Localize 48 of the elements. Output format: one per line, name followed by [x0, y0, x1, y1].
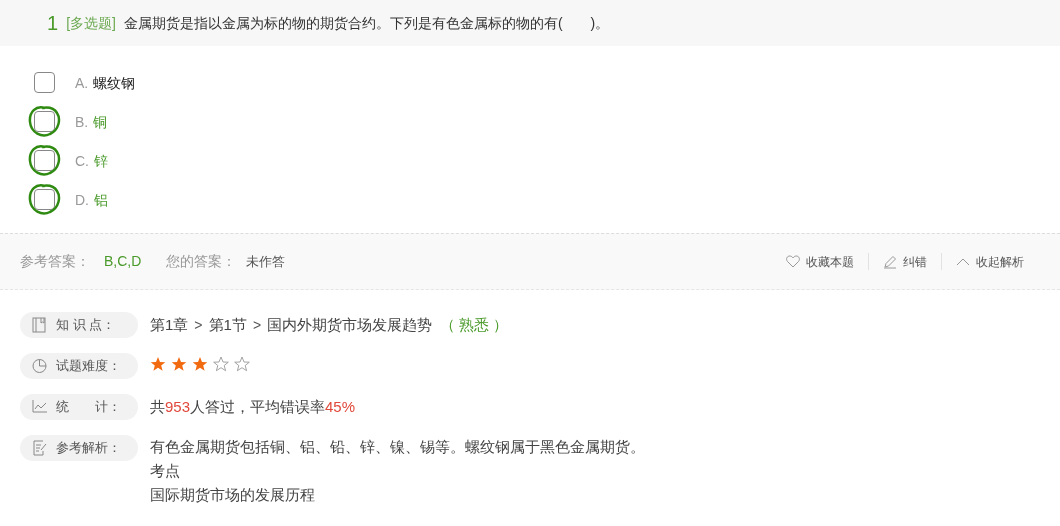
breadcrumb-item: 国内外期货市场发展趋势 — [267, 314, 433, 335]
breadcrumb-separator: > — [252, 315, 262, 335]
chevron-up-icon — [956, 257, 970, 266]
reference-answer-label: 参考答案： — [20, 252, 90, 271]
your-answer: 未作答 — [246, 252, 286, 271]
breadcrumb-item: 第1章 — [150, 314, 189, 335]
checkbox[interactable] — [34, 111, 55, 132]
checkbox[interactable] — [34, 189, 55, 210]
breadcrumb-separator: > — [194, 315, 203, 335]
pie-chart-icon — [32, 358, 48, 374]
document-edit-icon — [32, 440, 48, 456]
breadcrumb-item: 第1节 — [208, 314, 247, 335]
checkbox[interactable] — [34, 72, 55, 93]
option-text: 锌 — [94, 151, 108, 171]
heart-icon — [786, 255, 800, 268]
pencil-icon — [883, 254, 897, 269]
question-type: [多选题] — [66, 13, 116, 33]
report-button[interactable]: 纠错 — [883, 252, 927, 271]
question-text: 金属期货是指以金属为标的物的期货合约。下列是有色金属标的物的有( )。 — [123, 13, 610, 33]
favorite-button[interactable]: 收藏本题 — [786, 252, 854, 271]
star-icon — [213, 356, 229, 372]
option-letter: C. — [75, 151, 89, 171]
reference-answer: B,C,D — [104, 252, 142, 271]
collapse-button[interactable]: 收起解析 — [956, 252, 1024, 271]
star-icon — [171, 356, 187, 372]
row-label: 知 识 点： — [56, 316, 116, 335]
your-answer-label: 您的答案： — [166, 252, 237, 271]
star-icon — [150, 356, 166, 372]
familiarity-tag: （ 熟悉 ） — [440, 313, 509, 337]
option-letter: B. — [75, 112, 89, 132]
checkbox[interactable] — [34, 150, 55, 171]
explanation-line: 考点 — [150, 461, 181, 481]
explanation-line: 有色金属期货包括铜、铝、铅、锌、镍、锡等。螺纹钢属于黑色金属期货。 — [150, 437, 645, 457]
row-label: 试题难度： — [56, 357, 121, 376]
line-chart-icon — [32, 399, 48, 415]
option-text: 螺纹钢 — [93, 73, 136, 93]
book-icon — [32, 317, 48, 333]
option-text: 铜 — [93, 112, 108, 132]
row-label: 参考解析： — [56, 439, 121, 458]
star-icon — [234, 356, 250, 372]
stats-text: 共953人答过，平均错误率45% — [150, 396, 356, 417]
star-icon — [192, 356, 208, 372]
explanation-line: 国际期货市场的发展历程 — [150, 485, 316, 505]
question-number: 1 — [47, 11, 59, 36]
option-text: 铝 — [94, 190, 108, 210]
row-label: 统 计： — [56, 398, 121, 417]
option-letter: D. — [75, 190, 89, 210]
option-letter: A. — [75, 73, 89, 93]
